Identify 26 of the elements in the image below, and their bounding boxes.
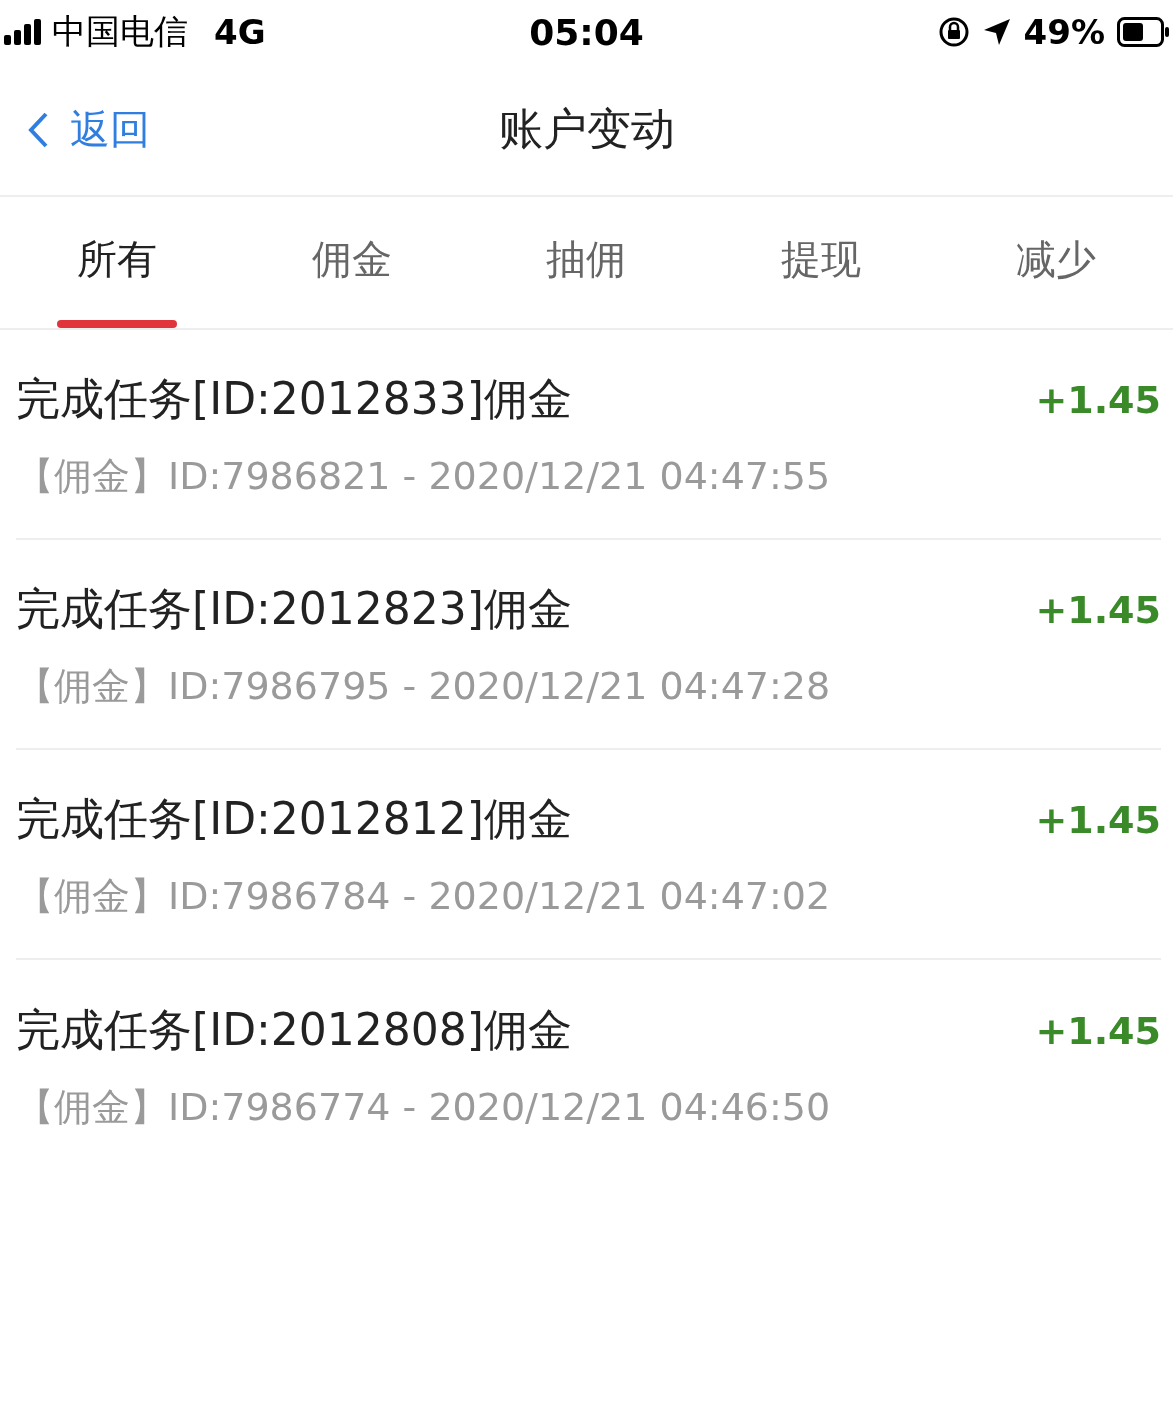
tab[interactable]: 佣金	[234, 197, 470, 328]
network-type: 4G	[214, 12, 266, 52]
rotation-lock-icon	[937, 16, 970, 48]
entry-title: 完成任务[ID:2012812]佣金	[16, 792, 573, 846]
entry-title: 完成任务[ID:2012808]佣金	[16, 1003, 573, 1057]
signal-icon	[4, 19, 42, 45]
clock: 05:04	[529, 11, 644, 53]
entry-title: 完成任务[ID:2012833]佣金	[16, 372, 573, 426]
entry-amount: +1.45	[1035, 587, 1161, 632]
back-button[interactable]: 返回	[26, 102, 150, 157]
entry-detail: 【佣金】ID:7986784 - 2020/12/21 04:47:02	[16, 873, 832, 920]
tab[interactable]: 抽佣	[469, 197, 704, 328]
carrier-name: 中国电信	[52, 10, 188, 53]
battery-percent: 49%	[1023, 12, 1105, 52]
entry-detail: 【佣金】ID:7986774 - 2020/12/21 04:46:50	[16, 1084, 832, 1131]
entry-detail: 【佣金】ID:7986795 - 2020/12/21 04:47:28	[16, 663, 832, 710]
tab[interactable]: 提现	[703, 197, 939, 328]
battery-icon	[1117, 17, 1169, 47]
entry-amount: +1.45	[1035, 377, 1161, 422]
tab[interactable]: 所有	[0, 197, 235, 328]
entry-amount: +1.45	[1035, 1008, 1161, 1053]
entry-title: 完成任务[ID:2012823]佣金	[16, 582, 573, 636]
entry-detail: 【佣金】ID:7986821 - 2020/12/21 04:47:55	[16, 453, 832, 500]
entry-amount: +1.45	[1035, 797, 1161, 842]
tab[interactable]: 减少	[938, 197, 1173, 328]
page-title: 账户变动	[498, 102, 675, 156]
